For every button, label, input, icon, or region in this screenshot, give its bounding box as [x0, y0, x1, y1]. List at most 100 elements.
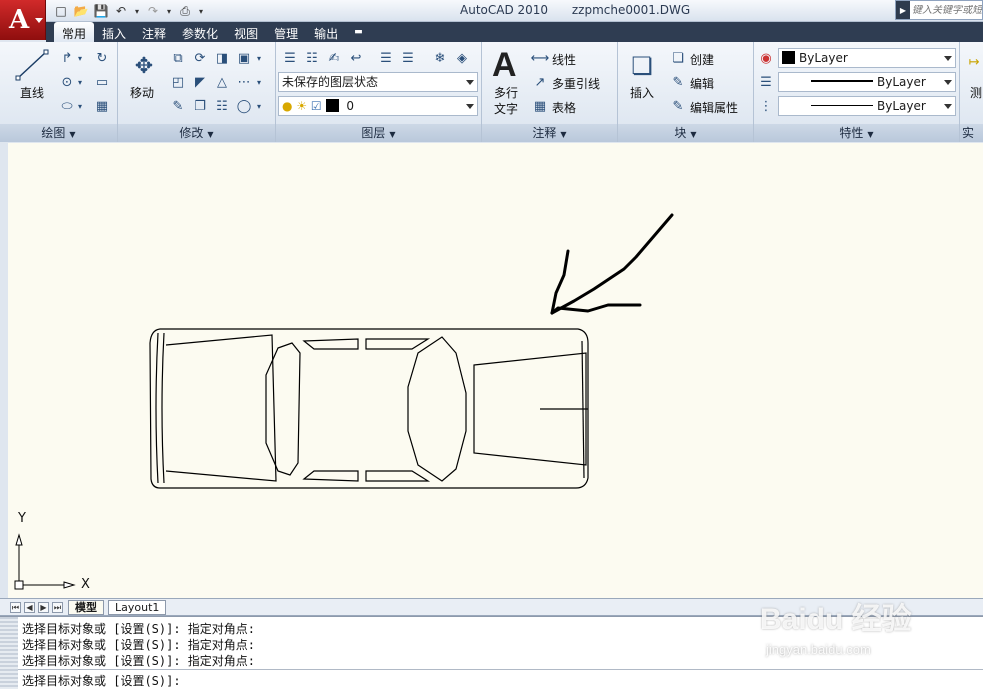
trim-icon[interactable]: ◨ — [212, 48, 232, 68]
prev-layout-icon[interactable]: ◀ — [24, 602, 35, 613]
tab-home[interactable]: 常用 — [54, 22, 95, 42]
explode-dropdown-icon[interactable]: ▾ — [254, 72, 264, 92]
layer-previous-icon[interactable]: ↩ — [346, 48, 366, 68]
mtext-label-1[interactable]: 多行 — [494, 84, 518, 101]
undo-dropdown-icon[interactable]: ▾ — [132, 3, 142, 20]
mtext-icon[interactable]: A — [492, 46, 517, 85]
edit-block-label[interactable]: 编辑 — [690, 75, 714, 92]
tab-manage[interactable]: 管理 — [266, 22, 306, 42]
mtext-label-2[interactable]: 文字 — [494, 100, 518, 117]
color-wheel-icon[interactable]: ◉ — [756, 48, 776, 68]
measure-label[interactable]: 测 — [970, 84, 982, 101]
layer-isolate-icon[interactable]: ☰ — [376, 48, 396, 68]
next-layout-icon[interactable]: ▶ — [38, 602, 49, 613]
fillet-icon[interactable]: ◤ — [190, 72, 210, 92]
layer-match-icon[interactable]: ✍ — [324, 48, 344, 68]
linetype-dropdown[interactable]: ByLayer — [778, 72, 956, 92]
polyline-dropdown-icon[interactable]: ▾ — [75, 48, 85, 68]
array-icon[interactable]: ☷ — [212, 96, 232, 116]
layer-state-icon[interactable]: ☷ — [302, 48, 322, 68]
stretch-icon[interactable]: ◰ — [168, 72, 188, 92]
tab-view[interactable]: 视图 — [226, 22, 266, 42]
search-arrow-icon[interactable]: ▶ — [896, 1, 910, 19]
ellipse-dropdown-icon[interactable]: ▾ — [75, 96, 85, 116]
panel-title-block[interactable]: 块 ▼ — [618, 124, 753, 142]
plot-icon[interactable]: ⎙ — [176, 3, 194, 20]
erase-icon[interactable]: ▣ — [234, 48, 254, 68]
panel-title-properties[interactable]: 特性 ▼ — [754, 124, 959, 142]
multileader-icon[interactable]: ↗ — [530, 72, 550, 92]
qat-menu-icon[interactable]: ▾ — [196, 3, 206, 20]
search-input[interactable] — [910, 4, 982, 16]
last-layout-icon[interactable]: ⏭ — [52, 602, 63, 613]
tab-layout1[interactable]: Layout1 — [108, 600, 167, 615]
create-block-label[interactable]: 创建 — [690, 51, 714, 68]
panel-title-utilities[interactable]: 实用 — [960, 124, 983, 142]
arc-icon[interactable]: ↻ — [92, 48, 112, 68]
tab-annotate[interactable]: 注释 — [134, 22, 174, 42]
layer-unisolate-icon[interactable]: ☰ — [398, 48, 418, 68]
table-icon[interactable]: ▦ — [530, 96, 550, 116]
edit-attribute-icon[interactable]: ✎ — [668, 96, 688, 116]
drawing-canvas[interactable]: Y X — [0, 143, 983, 598]
erase-dropdown-icon[interactable]: ▾ — [254, 48, 264, 68]
polyline-icon[interactable]: ↱ — [57, 48, 77, 68]
line-icon[interactable] — [14, 48, 50, 82]
offset-icon[interactable]: ◯ — [234, 96, 254, 116]
lineweight-dropdown[interactable]: ByLayer — [778, 96, 956, 116]
panel-title-draw[interactable]: 绘图 ▼ — [0, 124, 117, 142]
layer-freeze-icon[interactable]: ❄ — [430, 48, 450, 68]
command-prompt-input[interactable]: 选择目标对象或 [设置(S)]: — [18, 669, 983, 689]
window-title: AutoCAD 2010 zzpmche0001.DWG — [460, 3, 710, 17]
undo-icon[interactable]: ↶ — [112, 3, 130, 20]
explode-icon[interactable]: ⋯ — [234, 72, 254, 92]
tab-insert[interactable]: 插入 — [94, 22, 134, 42]
open-icon[interactable]: 📂 — [72, 3, 90, 20]
tab-output[interactable]: 输出 — [306, 22, 346, 42]
layer-dropdown[interactable]: ● ☀ ☑ 0 — [278, 96, 478, 116]
new-icon[interactable]: □ — [52, 3, 70, 20]
scale-icon[interactable]: ❐ — [190, 96, 210, 116]
first-layout-icon[interactable]: ⏮ — [10, 602, 21, 613]
circle-dropdown-icon[interactable]: ▾ — [75, 72, 85, 92]
tab-model[interactable]: 模型 — [68, 600, 104, 615]
tab-parametric[interactable]: 参数化 — [174, 22, 226, 42]
rotate-icon[interactable]: ⟳ — [190, 48, 210, 68]
redo-icon[interactable]: ↷ — [144, 3, 162, 20]
ellipse-icon[interactable]: ⬭ — [57, 96, 77, 116]
edit-block-icon[interactable]: ✎ — [668, 72, 688, 92]
layer-properties-icon[interactable]: ☰ — [280, 48, 300, 68]
layer-off-icon[interactable]: ◈ — [452, 48, 472, 68]
hatch-icon[interactable]: ▦ — [92, 96, 112, 116]
circle-icon[interactable]: ⊙ — [57, 72, 77, 92]
edit-attribute-label[interactable]: 编辑属性 — [690, 99, 738, 116]
linear-dimension-label[interactable]: 线性 — [552, 51, 576, 68]
measure-icon[interactable]: ↦ — [964, 52, 983, 72]
layer-state-dropdown[interactable]: 未保存的图层状态 — [278, 72, 478, 92]
move-button-label[interactable]: 移动 — [130, 84, 154, 101]
insert-block-label[interactable]: 插入 — [630, 84, 654, 101]
save-icon[interactable]: 💾 — [92, 3, 110, 20]
command-window-grip[interactable] — [0, 617, 18, 689]
copy-icon[interactable]: ⧉ — [168, 48, 188, 68]
multileader-label[interactable]: 多重引线 — [552, 75, 600, 92]
match-properties-icon[interactable]: ✎ — [168, 96, 188, 116]
color-dropdown[interactable]: ByLayer — [778, 48, 956, 68]
linetype-icon[interactable]: ☰ — [756, 72, 776, 92]
line-button-label[interactable]: 直线 — [20, 84, 44, 101]
create-block-icon[interactable]: ❏ — [668, 48, 688, 68]
lineweight-icon[interactable]: ⋮ — [756, 96, 776, 116]
application-menu-button[interactable]: A — [0, 0, 46, 40]
mirror-icon[interactable]: △ — [212, 72, 232, 92]
linear-dimension-icon[interactable]: ⟷ — [530, 48, 550, 68]
rectangle-icon[interactable]: ▭ — [92, 72, 112, 92]
panel-title-modify[interactable]: 修改 ▼ — [118, 124, 275, 142]
panel-title-layers[interactable]: 图层 ▼ — [276, 124, 481, 142]
offset-dropdown-icon[interactable]: ▾ — [254, 96, 264, 116]
insert-block-icon[interactable]: ❏ — [626, 50, 658, 82]
ribbon-minimize-icon[interactable]: ▬ — [346, 22, 371, 42]
move-icon[interactable]: ✥ — [130, 52, 158, 80]
redo-dropdown-icon[interactable]: ▾ — [164, 3, 174, 20]
panel-title-annotation[interactable]: 注释 ▼ — [482, 124, 617, 142]
table-label[interactable]: 表格 — [552, 99, 576, 116]
